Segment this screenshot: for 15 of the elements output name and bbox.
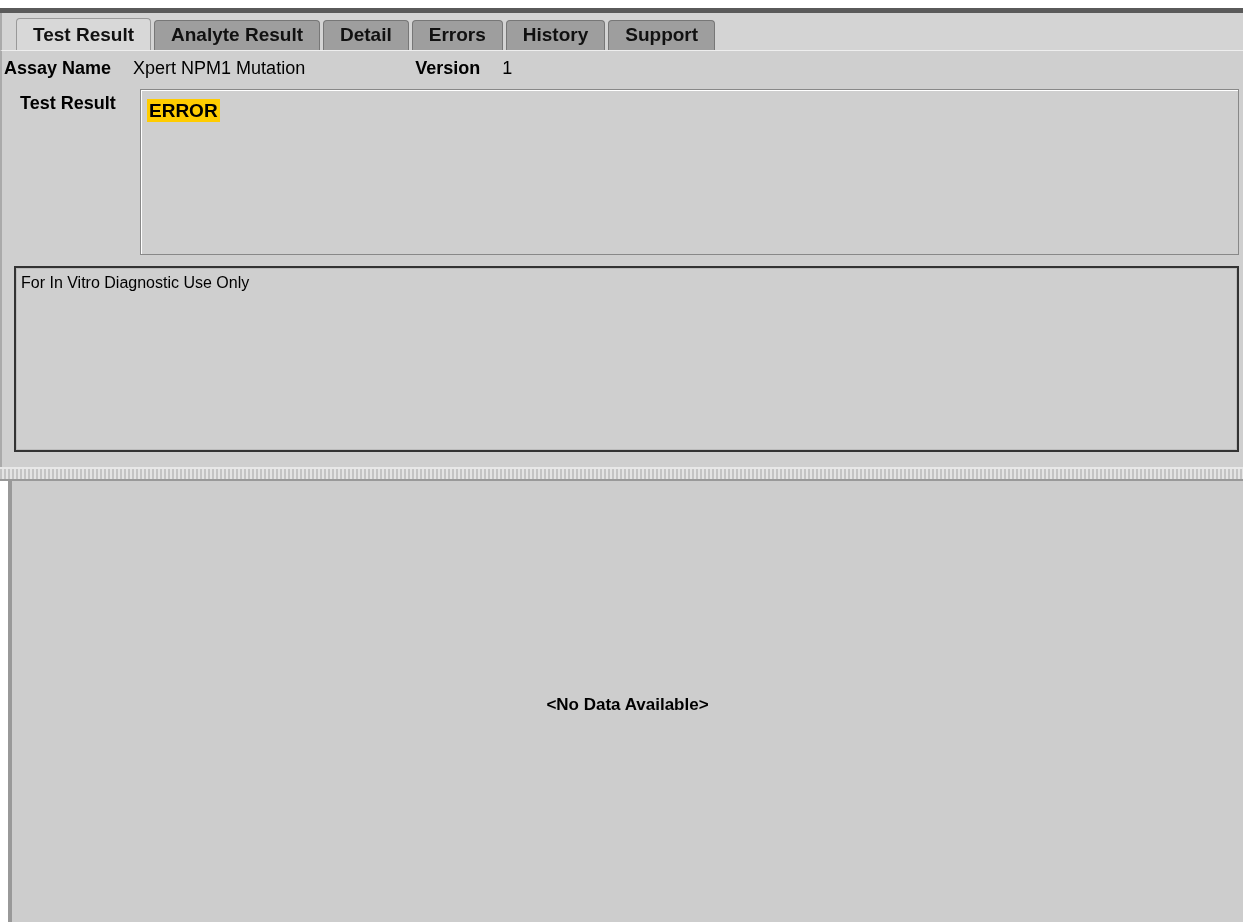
tab[interactable]: Detail (323, 20, 409, 50)
test-result-value: ERROR (147, 99, 220, 122)
tab[interactable]: Errors (411, 20, 503, 50)
test-result-label: Test Result (19, 92, 117, 115)
tab[interactable]: History (505, 20, 606, 50)
disclaimer-text: For In Vitro Diagnostic Use Only (21, 274, 250, 291)
assay-name-label: Assay Name (4, 57, 112, 79)
no-data-message: <No Data Available> (546, 695, 709, 715)
tab[interactable]: Analyte Result (154, 20, 320, 50)
splitter-handle[interactable] (0, 467, 1243, 481)
version-label: Version (415, 57, 481, 79)
tab[interactable]: Test Result (16, 18, 151, 50)
tab[interactable]: Support (608, 20, 716, 50)
assay-name: Xpert NPM1 Mutation (133, 57, 306, 79)
version-value: 1 (502, 57, 513, 79)
